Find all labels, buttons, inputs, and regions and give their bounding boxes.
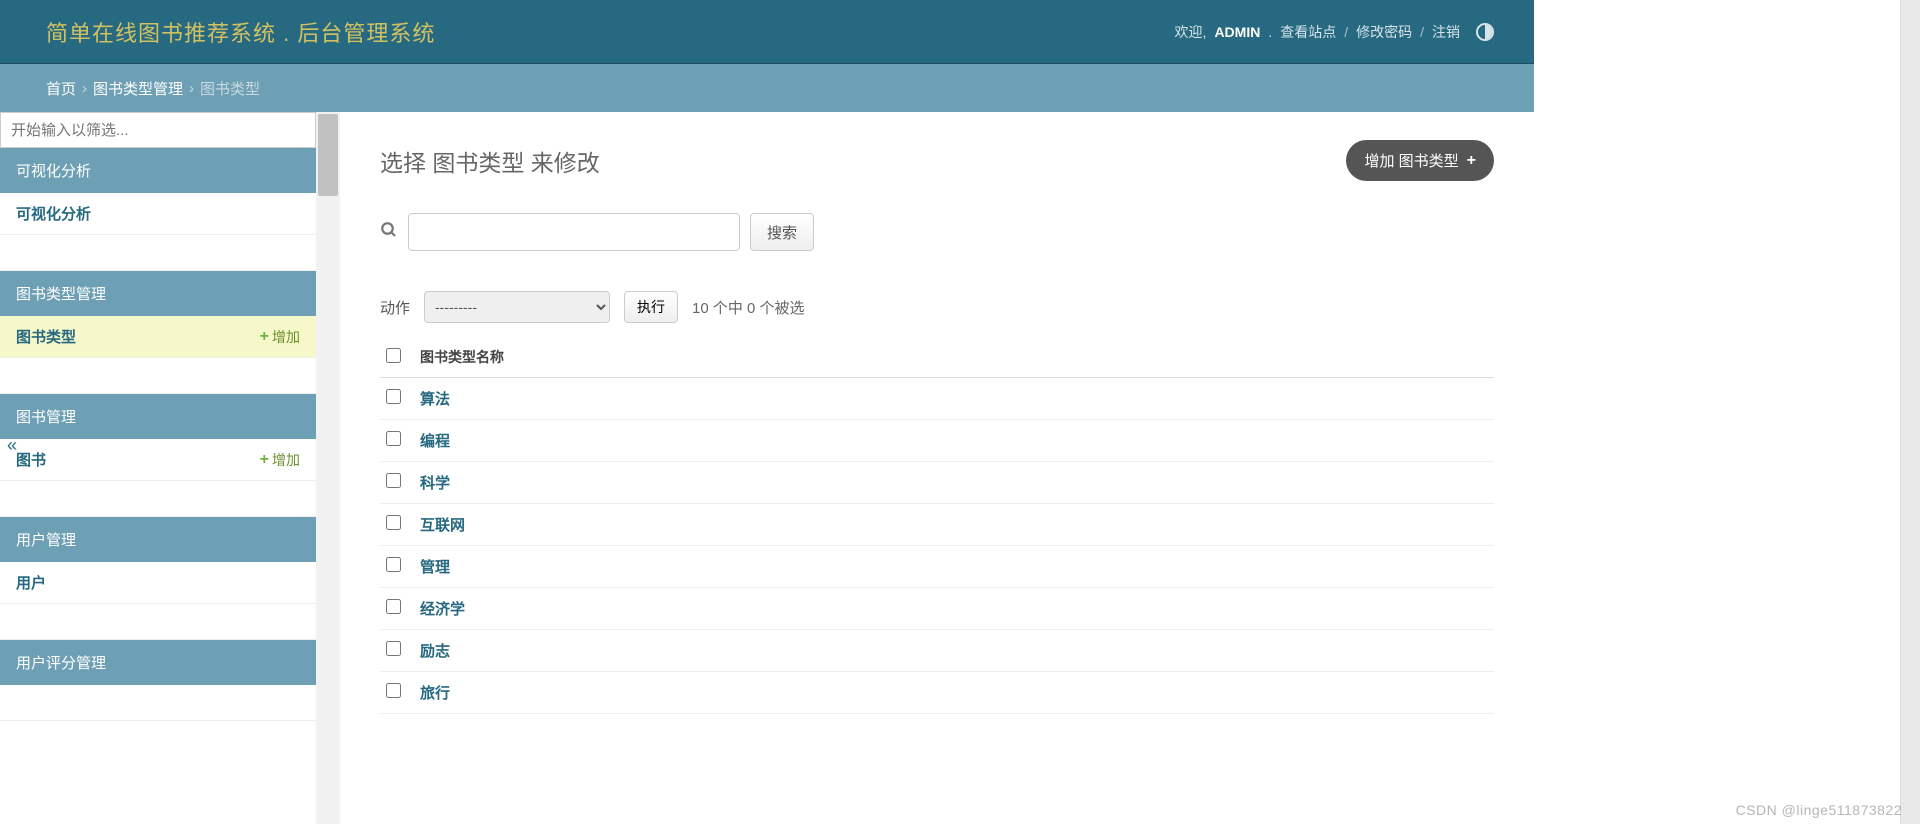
header: 简单在线图书推荐系统 . 后台管理系统 欢迎, ADMIN. 查看站点 / 修改…	[0, 0, 1534, 64]
table-row: 编程	[380, 420, 1494, 462]
breadcrumb: 首页 › 图书类型管理 › 图书类型	[0, 64, 1534, 112]
sidebar-item: 图书+增加	[0, 439, 316, 481]
column-header-name[interactable]: 图书类型名称	[420, 337, 1494, 378]
row-checkbox[interactable]	[386, 389, 401, 404]
sidebar: 可视化分析可视化分析图书类型管理图书类型+增加图书管理图书+增加用户管理用户用户…	[0, 112, 316, 824]
sidebar-section-header[interactable]: 图书管理	[0, 394, 316, 439]
header-user-tools: 欢迎, ADMIN. 查看站点 / 修改密码 / 注销	[1175, 22, 1494, 42]
row-link[interactable]: 管理	[420, 559, 450, 576]
add-object-button[interactable]: 增加 图书类型 +	[1346, 140, 1494, 181]
page-title: 选择 图书类型 来修改	[380, 144, 600, 178]
breadcrumb-sep: ›	[82, 80, 87, 97]
row-link[interactable]: 编程	[420, 433, 450, 450]
sidebar-item-link[interactable]: 图书类型	[16, 326, 76, 347]
search-bar: 搜索	[380, 213, 1494, 251]
sidebar-section-header[interactable]: 可视化分析	[0, 148, 316, 193]
plus-icon: +	[260, 328, 269, 346]
sidebar-collapse-button[interactable]: «	[0, 430, 24, 460]
app-title: 简单在线图书推荐系统 . 后台管理系统	[46, 16, 435, 48]
sidebar-section-header[interactable]: 图书类型管理	[0, 271, 316, 316]
sidebar-filter-input[interactable]	[0, 112, 316, 148]
table-row: 互联网	[380, 504, 1494, 546]
table-row: 旅行	[380, 672, 1494, 714]
logout-link[interactable]: 注销	[1432, 22, 1460, 42]
breadcrumb-home[interactable]: 首页	[46, 78, 76, 99]
row-checkbox[interactable]	[386, 431, 401, 446]
row-link[interactable]: 经济学	[420, 601, 465, 618]
plus-icon: +	[1467, 152, 1476, 170]
select-all-checkbox[interactable]	[386, 348, 401, 363]
search-input[interactable]	[408, 213, 740, 251]
breadcrumb-sep: ›	[189, 80, 194, 97]
sidebar-add-label: 增加	[272, 327, 300, 347]
sidebar-section-header[interactable]: 用户评分管理	[0, 640, 316, 685]
sidebar-add-link[interactable]: +增加	[260, 327, 300, 347]
sidebar-item-link[interactable]: 用户	[16, 572, 46, 593]
result-table: 图书类型名称 算法编程科学互联网管理经济学励志旅行	[380, 337, 1494, 714]
plus-icon: +	[260, 451, 269, 469]
sidebar-item: 图书类型 +增加	[0, 316, 316, 358]
sidebar-item-link[interactable]: 可视化分析	[16, 203, 91, 224]
search-button[interactable]: 搜索	[750, 213, 814, 251]
action-bar: 动作 --------- 执行 10 个中 0 个被选	[380, 291, 1494, 323]
separator: /	[1420, 24, 1424, 40]
sidebar-spacer	[0, 481, 316, 517]
change-password-link[interactable]: 修改密码	[1356, 22, 1412, 42]
row-checkbox[interactable]	[386, 557, 401, 572]
sidebar-add-link[interactable]: +增加	[260, 450, 300, 470]
sidebar-add-label: 增加	[272, 450, 300, 470]
table-row: 科学	[380, 462, 1494, 504]
action-select[interactable]: ---------	[424, 291, 610, 323]
sidebar-spacer	[0, 685, 316, 721]
search-icon	[380, 221, 398, 244]
breadcrumb-current: 图书类型	[200, 78, 260, 99]
username: ADMIN	[1214, 24, 1260, 40]
sidebar-spacer	[0, 358, 316, 394]
separator: /	[1344, 24, 1348, 40]
selection-count: 10 个中 0 个被选	[692, 297, 805, 318]
window-scrollbar[interactable]	[1900, 0, 1920, 824]
view-site-link[interactable]: 查看站点	[1280, 22, 1336, 42]
sidebar-item: 可视化分析	[0, 193, 316, 235]
add-button-label: 增加 图书类型	[1364, 150, 1458, 171]
welcome-text: 欢迎,	[1175, 22, 1207, 42]
row-link[interactable]: 励志	[420, 643, 450, 660]
row-checkbox[interactable]	[386, 515, 401, 530]
main-content: 选择 图书类型 来修改 增加 图书类型 + 搜索 动作 --------- 执行…	[340, 112, 1534, 824]
row-link[interactable]: 算法	[420, 391, 450, 408]
sidebar-scrollbar[interactable]	[316, 112, 340, 824]
dot: .	[1268, 24, 1272, 40]
sidebar-item: 用户	[0, 562, 316, 604]
scrollbar-thumb[interactable]	[318, 114, 338, 196]
table-row: 经济学	[380, 588, 1494, 630]
theme-toggle-icon[interactable]	[1476, 23, 1494, 41]
watermark: CSDN @linge511873822	[1736, 802, 1902, 818]
breadcrumb-section[interactable]: 图书类型管理	[93, 78, 183, 99]
action-go-button[interactable]: 执行	[624, 291, 678, 323]
row-link[interactable]: 互联网	[420, 517, 465, 534]
row-link[interactable]: 科学	[420, 475, 450, 492]
table-row: 励志	[380, 630, 1494, 672]
row-checkbox[interactable]	[386, 683, 401, 698]
table-row: 管理	[380, 546, 1494, 588]
row-link[interactable]: 旅行	[420, 685, 450, 702]
sidebar-spacer	[0, 235, 316, 271]
action-label: 动作	[380, 297, 410, 318]
row-checkbox[interactable]	[386, 473, 401, 488]
row-checkbox[interactable]	[386, 599, 401, 614]
sidebar-spacer	[0, 604, 316, 640]
sidebar-section-header[interactable]: 用户管理	[0, 517, 316, 562]
table-row: 算法	[380, 378, 1494, 420]
row-checkbox[interactable]	[386, 641, 401, 656]
